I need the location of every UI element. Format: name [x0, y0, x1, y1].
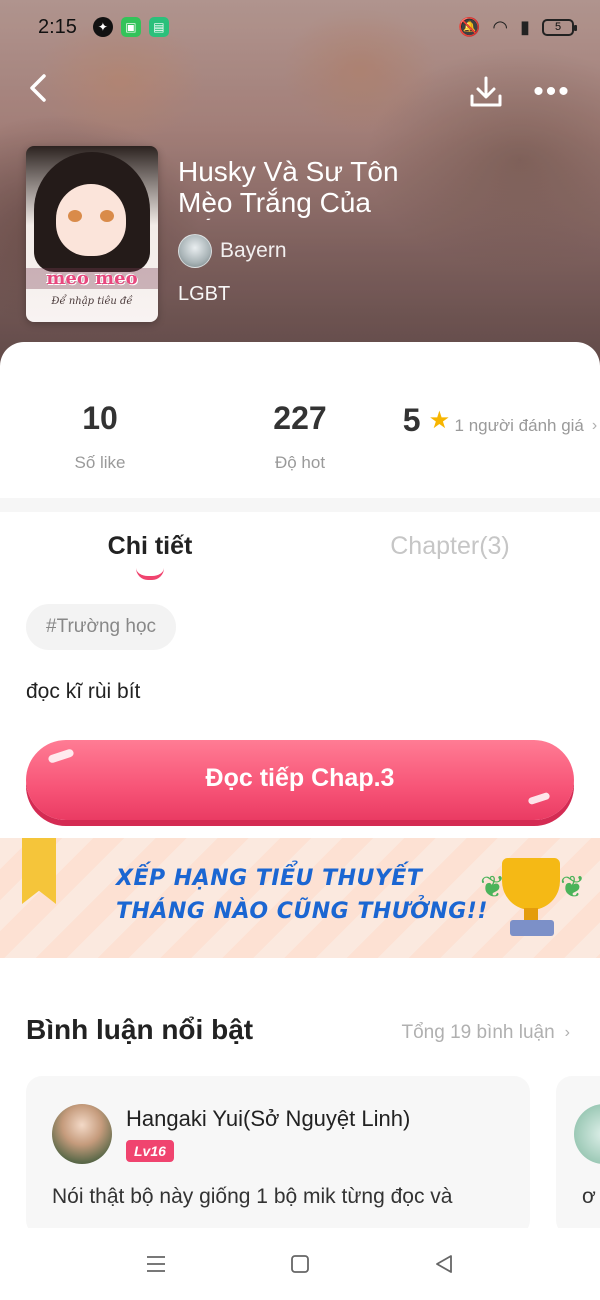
book-title: Husky Và Sư Tôn Mèo Trắng Của Hắn	[178, 156, 399, 220]
more-dots-icon: •••	[533, 75, 571, 108]
author-name[interactable]: Bayern	[220, 239, 287, 263]
app-notification-icon: ▣	[120, 17, 141, 37]
home-icon[interactable]	[288, 1252, 312, 1276]
status-bar: 2:15 ✦ ▣ ▤ 🔕 ◠ ▮ 5	[0, 0, 600, 54]
comments-total-link[interactable]: Tổng 19 bình luận ›	[401, 1022, 570, 1044]
status-indicators: 🔕 ◠ ▮ 5	[457, 16, 577, 38]
star-icon: ★	[428, 407, 451, 434]
rating-value-row: 5 ★	[403, 402, 450, 439]
back-triangle-icon[interactable]	[432, 1252, 456, 1276]
rating-link[interactable]: 1 người đánh giá ›	[455, 416, 598, 436]
wifi-icon: ◠	[492, 16, 509, 37]
tag-chip[interactable]: #Trường học	[26, 604, 177, 650]
menu-icon[interactable]	[144, 1252, 168, 1276]
author-avatar[interactable]	[178, 234, 212, 268]
likes-label: Số like	[74, 453, 126, 472]
likes-count: 10	[82, 400, 118, 436]
tab-chapters-label: Chapter(3)	[390, 532, 510, 560]
tab-chapters[interactable]: Chapter(3)	[300, 518, 600, 582]
system-nav-bar	[0, 1228, 600, 1300]
rating-value: 5	[402, 402, 421, 438]
section-divider	[0, 498, 600, 512]
cover-title: meo meo	[26, 268, 158, 289]
tab-details-label: Chi tiết	[107, 532, 193, 560]
continue-reading-button[interactable]: Đọc tiếp Chap.3	[26, 740, 574, 820]
more-options-button[interactable]: •••	[530, 76, 574, 108]
banner-text: XẾP HẠNG TIỂU THUYẾT THÁNG NÀO CŨNG THƯỞ…	[116, 862, 488, 928]
stat-likes: 10 Số like	[0, 362, 200, 492]
comment-user-name: Hangaki Yui(Sở Nguyệt Linh)	[126, 1106, 411, 1131]
book-cover: meo meo Để nhập tiêu đề	[26, 146, 158, 322]
back-button[interactable]	[22, 70, 58, 106]
avatar[interactable]	[52, 1104, 112, 1164]
app-notification-icon-2: ▤	[148, 17, 169, 37]
messenger-icon: ✦	[92, 17, 113, 37]
rating-label: 1 người đánh giá	[454, 416, 584, 435]
comment-text: Nói thật bộ này giống 1 bộ mik từng đọc …	[52, 1185, 453, 1208]
banner-line-2: THÁNG NÀO CŨNG THƯỞNG!!	[116, 899, 488, 924]
tab-details[interactable]: Chi tiết	[0, 518, 300, 582]
book-genre: LGBT	[178, 283, 231, 305]
download-button[interactable]	[466, 72, 506, 112]
back-arrow-icon	[30, 74, 46, 102]
cover-subtitle: Để nhập tiêu đề	[51, 296, 133, 307]
download-icon	[470, 76, 502, 107]
content-card: 10 Số like 227 Độ hot 5 ★ 1 người đánh g…	[0, 342, 600, 1300]
level-badge: Lv16	[126, 1140, 174, 1162]
active-tab-indicator	[136, 568, 164, 580]
comment-card-next[interactable]: ơ	[556, 1076, 600, 1236]
signal-icon: ▮	[520, 16, 530, 37]
status-notification-icons: ✦ ▣ ▤	[92, 17, 169, 37]
author-row[interactable]: Bayern	[178, 234, 287, 268]
mute-icon: 🔕	[457, 16, 481, 37]
comments-total: Tổng 19 bình luận	[401, 1022, 555, 1043]
comment-text-peek: ơ	[582, 1185, 596, 1208]
tab-bar: Chi tiết Chapter(3)	[0, 518, 600, 582]
trophy-icon: ❦ ❦	[480, 850, 590, 950]
status-time: 2:15	[38, 15, 77, 38]
avatar	[574, 1104, 600, 1164]
stat-hot: 227 Độ hot	[200, 362, 400, 492]
comments-section-title: Bình luận nổi bật	[26, 1014, 254, 1045]
chevron-right-icon: ›	[564, 1024, 570, 1041]
ribbon-icon	[22, 838, 56, 904]
book-description: đọc kĩ rùi bít	[26, 680, 141, 703]
chevron-right-icon: ›	[591, 417, 598, 434]
banner-line-1: XẾP HẠNG TIỂU THUYẾT	[116, 866, 423, 891]
comment-card[interactable]: Hangaki Yui(Sở Nguyệt Linh) Lv16 Nói thậ…	[26, 1076, 530, 1236]
hot-label: Độ hot	[274, 453, 326, 472]
stat-rating[interactable]: 5 ★ 1 người đánh giá ›	[400, 362, 600, 492]
stats-row: 10 Số like 227 Độ hot 5 ★ 1 người đánh g…	[0, 362, 600, 492]
battery-icon: 5	[542, 18, 577, 36]
hot-count: 227	[273, 400, 327, 436]
ranking-banner[interactable]: XẾP HẠNG TIỂU THUYẾT THÁNG NÀO CŨNG THƯỞ…	[0, 838, 600, 958]
